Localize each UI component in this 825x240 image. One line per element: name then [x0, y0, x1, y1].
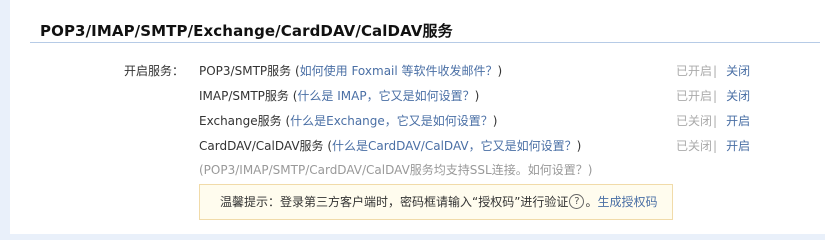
generate-auth-code-link[interactable]: 生成授权码 [597, 195, 657, 209]
status-text: 已开启 [676, 64, 713, 78]
service-row-exchange: Exchange服务 (什么是Exchange，它又是如何设置？) [199, 112, 497, 129]
service-name: Exchange服务 [199, 114, 282, 128]
help-link-pop3[interactable]: 如何使用 Foxmail 等软件收发邮件？ [300, 64, 498, 78]
status-separator: | [713, 139, 718, 153]
help-link-imap[interactable]: 什么是 IMAP，它又是如何设置？ [297, 89, 474, 103]
paren-close: ) [576, 139, 582, 153]
title-divider [30, 42, 820, 43]
paren-open: ( [291, 64, 300, 78]
section-title: POP3/IMAP/SMTP/Exchange/CardDAV/CalDAV服务 [40, 22, 453, 40]
status-text: 已开启 [676, 89, 713, 103]
help-link-carddav[interactable]: 什么是CardDAV/CalDAV，它又是如何设置？ [332, 139, 577, 153]
status-exchange: 已关闭| 开启 [676, 112, 750, 129]
status-separator: | [713, 114, 718, 128]
toggle-pop3-button[interactable]: 关闭 [726, 64, 750, 78]
service-name: IMAP/SMTP服务 [199, 89, 289, 103]
status-text: 已关闭 [676, 139, 713, 153]
status-text: 已关闭 [676, 114, 713, 128]
question-mark-icon[interactable]: ? [569, 194, 585, 209]
paren-close: ) [492, 114, 498, 128]
settings-panel: POP3/IMAP/SMTP/Exchange/CardDAV/CalDAV服务… [10, 0, 825, 234]
auth-code-tip: 温馨提示：登录第三方客户端时，密码框请输入“授权码”进行验证? 。生成授权码 [199, 184, 673, 220]
services-label: 开启服务： [124, 64, 185, 78]
tip-text: 温馨提示：登录第三方客户端时，密码框请输入“授权码”进行验证 [220, 195, 569, 209]
service-name: POP3/SMTP服务 [199, 64, 292, 78]
paren-close: ) [474, 89, 480, 103]
paren-close: ) [497, 64, 503, 78]
ssl-note-text: (POP3/IMAP/SMTP/CardDAV/CalDAV服务均支持SSL连接… [199, 163, 528, 177]
toggle-exchange-button[interactable]: 开启 [726, 114, 750, 128]
status-carddav: 已关闭| 开启 [676, 137, 750, 154]
service-row-imap: IMAP/SMTP服务 (什么是 IMAP，它又是如何设置？) [199, 87, 479, 104]
service-name: CardDAV/CalDAV服务 [199, 139, 324, 153]
status-imap: 已开启| 关闭 [676, 87, 750, 104]
ssl-settings-link[interactable]: 如何设置？ [528, 163, 588, 177]
status-separator: | [713, 64, 718, 78]
help-link-exchange[interactable]: 什么是Exchange，它又是如何设置？ [290, 114, 493, 128]
paren-open: ( [323, 139, 333, 153]
status-pop3: 已开启| 关闭 [676, 62, 750, 79]
ssl-note-close: ) [587, 163, 593, 177]
toggle-imap-button[interactable]: 关闭 [726, 89, 750, 103]
service-row-pop3: POP3/SMTP服务 (如何使用 Foxmail 等软件收发邮件？) [199, 62, 502, 79]
ssl-note: (POP3/IMAP/SMTP/CardDAV/CalDAV服务均支持SSL连接… [199, 161, 592, 178]
tip-suffix: 。 [585, 195, 598, 209]
toggle-carddav-button[interactable]: 开启 [726, 139, 750, 153]
status-separator: | [713, 89, 718, 103]
service-row-carddav: CardDAV/CalDAV服务 (什么是CardDAV/CalDAV，它又是如… [199, 137, 581, 154]
paren-open: ( [281, 114, 291, 128]
